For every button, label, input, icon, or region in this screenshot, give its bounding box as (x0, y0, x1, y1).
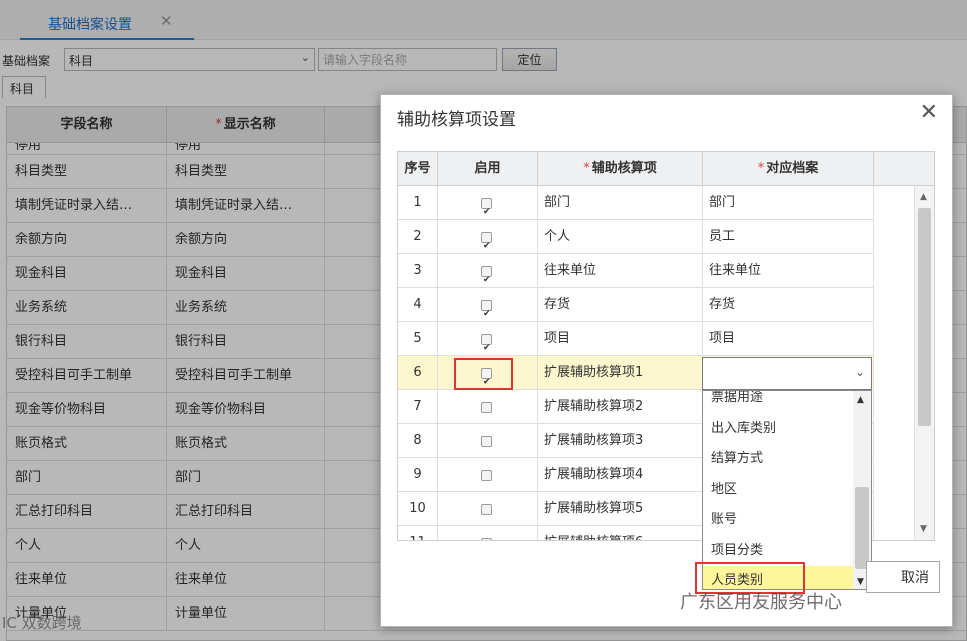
cell-enabled (438, 322, 538, 356)
enabled-checkbox[interactable] (481, 538, 492, 540)
enabled-checkbox[interactable] (481, 298, 492, 322)
cell-index: 5 (398, 322, 438, 356)
cell-auxiliary-item: 扩展辅助核算项4 (538, 458, 703, 492)
cell-index: 1 (398, 186, 438, 220)
scroll-down-icon[interactable]: ▼ (920, 524, 927, 534)
archive-dropdown-list: 人员类别 项目分类 账号 地区 结算方式 出入库类别 票据用途 ▲ ▼ (702, 390, 872, 590)
table-row[interactable]: 4 存货存货 (398, 288, 874, 322)
header-archive: * 对应档案 (703, 152, 874, 186)
cell-auxiliary-item: 部门 (538, 186, 703, 220)
cell-enabled (438, 492, 538, 526)
table-row[interactable]: 1 部门部门 (398, 186, 874, 220)
cell-index: 2 (398, 220, 438, 254)
scroll-thumb[interactable] (855, 487, 869, 569)
chevron-down-icon: ⌄ (854, 365, 865, 379)
cell-archive[interactable]: 存货 (703, 288, 874, 322)
cell-auxiliary-item: 个人 (538, 220, 703, 254)
cell-index: 7 (398, 390, 438, 424)
table-row[interactable]: 3 往来单位往来单位 (398, 254, 874, 288)
cell-auxiliary-item: 项目 (538, 322, 703, 356)
cell-enabled (438, 186, 538, 220)
header-enabled: 启用 (438, 152, 538, 186)
cell-archive[interactable]: 项目 (703, 322, 874, 356)
scroll-up-icon[interactable]: ▲ (920, 192, 927, 202)
archive-row6-select[interactable]: ⌄ (702, 357, 872, 390)
dropdown-option[interactable]: 账号 (703, 505, 853, 535)
dropdown-option[interactable]: 地区 (703, 475, 853, 505)
enabled-checkbox[interactable] (481, 436, 492, 447)
dropdown-option[interactable]: 票据用途 (703, 391, 853, 413)
cell-index: 6 (398, 356, 438, 390)
watermark-right: 广东区用友服务中心 (680, 592, 842, 613)
cell-auxiliary-item: 扩展辅助核算项1 (538, 356, 703, 390)
cell-enabled (438, 254, 538, 288)
cell-auxiliary-item: 往来单位 (538, 254, 703, 288)
cell-archive[interactable]: 员工 (703, 220, 874, 254)
close-icon[interactable]: ✕ (920, 100, 938, 125)
cell-index: 10 (398, 492, 438, 526)
cell-enabled (438, 458, 538, 492)
dropdown-option[interactable]: 出入库类别 (703, 414, 853, 444)
annotation-box-checkbox (454, 358, 513, 390)
cell-enabled (438, 526, 538, 540)
cell-index: 3 (398, 254, 438, 288)
dropdown-option[interactable]: 项目分类 (703, 536, 853, 566)
cell-archive[interactable]: 部门 (703, 186, 874, 220)
scroll-up-icon[interactable]: ▲ (857, 395, 864, 405)
enabled-checkbox[interactable] (481, 264, 492, 288)
scroll-thumb[interactable] (918, 208, 931, 426)
enabled-checkbox[interactable] (481, 470, 492, 481)
dialog-title: 辅助核算项设置 (397, 110, 516, 130)
dropdown-option[interactable]: 结算方式 (703, 444, 853, 474)
grid-scrollbar[interactable]: ▲ ▼ (914, 186, 934, 540)
cell-enabled (438, 424, 538, 458)
cell-enabled (438, 288, 538, 322)
table-row[interactable]: 2 个人员工 (398, 220, 874, 254)
watermark-left: IC 双数跨境 (2, 614, 82, 632)
cell-index: 4 (398, 288, 438, 322)
cell-archive[interactable]: 往来单位 (703, 254, 874, 288)
enabled-checkbox[interactable] (481, 332, 492, 356)
enabled-checkbox[interactable] (481, 230, 492, 254)
cell-index: 8 (398, 424, 438, 458)
cell-auxiliary-item: 扩展辅助核算项5 (538, 492, 703, 526)
table-row[interactable]: 5 项目项目 (398, 322, 874, 356)
cell-enabled (438, 390, 538, 424)
enabled-checkbox[interactable] (481, 196, 492, 220)
cell-index: 11 (398, 526, 438, 540)
cell-auxiliary-item: 扩展辅助核算项2 (538, 390, 703, 424)
enabled-checkbox[interactable] (481, 504, 492, 515)
enabled-checkbox[interactable] (481, 402, 492, 413)
cell-auxiliary-item: 扩展辅助核算项6 (538, 526, 703, 540)
cell-auxiliary-item: 存货 (538, 288, 703, 322)
header-index: 序号 (398, 152, 438, 186)
auxiliary-grid-header: 序号 启用 * 辅助核算项 * 对应档案 (398, 152, 934, 186)
cancel-button[interactable]: 取消 (866, 561, 940, 593)
header-item: * 辅助核算项 (538, 152, 703, 186)
cell-auxiliary-item: 扩展辅助核算项3 (538, 424, 703, 458)
scroll-down-icon[interactable]: ▼ (857, 577, 864, 587)
cell-index: 9 (398, 458, 438, 492)
cell-enabled (438, 220, 538, 254)
dropdown-scrollbar[interactable]: ▲ ▼ (853, 391, 871, 589)
